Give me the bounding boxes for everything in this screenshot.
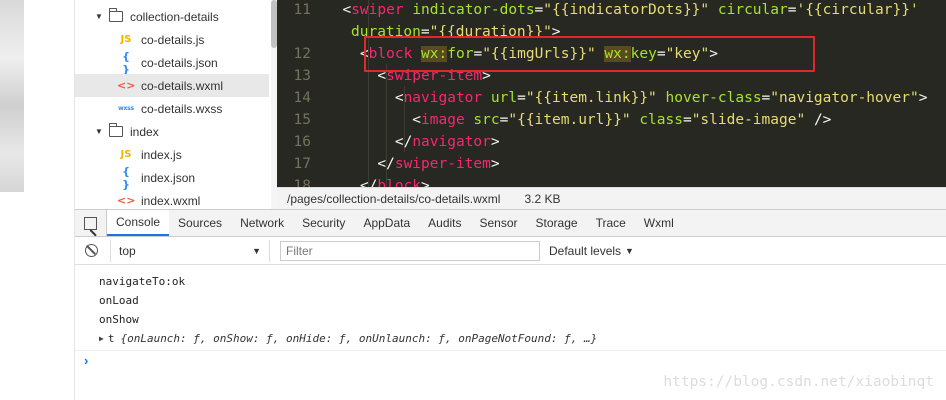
console-message: onLoad — [99, 294, 139, 307]
tree-item-label: index.json — [141, 170, 196, 185]
devtools-panel: Console Sources Network Security AppData… — [75, 209, 946, 400]
clear-console-icon[interactable] — [85, 244, 98, 257]
console-toolbar: top ▼ Default levels ▼ — [75, 237, 946, 265]
code-editor[interactable]: 11 <swiper indicator-dots="{{indicatorDo… — [277, 0, 946, 187]
console-message: onShow — [99, 313, 139, 326]
tree-file-co-details-js[interactable]: JS co-details.js — [75, 28, 269, 51]
code-line-14: 14 <navigator url="{{item.link}}" hover-… — [293, 90, 928, 106]
tree-item-label: co-details.json — [141, 55, 218, 70]
simulator-preview — [0, 0, 75, 400]
console-message: navigateTo:ok — [99, 275, 186, 288]
code-line-11: 11 <swiper indicator-dots="{{indicatorDo… — [293, 2, 919, 18]
code-text: </swiper-item> — [325, 156, 500, 172]
context-select[interactable]: top ▼ — [110, 239, 270, 262]
chevron-down-icon[interactable]: ▼ — [95, 12, 103, 21]
filter-field[interactable] — [280, 240, 540, 261]
tree-file-index-js[interactable]: JS index.js — [75, 143, 269, 166]
wxss-file-icon: wxss — [118, 105, 134, 112]
object-name: t — [107, 332, 115, 345]
preview-image — [0, 0, 24, 192]
tab-wxml[interactable]: Wxml — [635, 210, 683, 236]
console-prompt[interactable]: › — [75, 350, 946, 370]
tree-item-label: index — [130, 124, 159, 139]
tree-file-co-details-wxml[interactable]: <> co-details.wxml — [75, 74, 269, 97]
json-file-icon: { } — [122, 49, 130, 76]
js-file-icon: JS — [120, 34, 132, 45]
tab-trace[interactable]: Trace — [587, 210, 635, 236]
tree-file-index-json[interactable]: { } index.json — [75, 164, 269, 191]
tab-audits[interactable]: Audits — [419, 210, 470, 236]
filter-input[interactable] — [286, 243, 539, 258]
inspect-icon — [84, 216, 97, 230]
tab-sensor[interactable]: Sensor — [471, 210, 527, 236]
code-text: <navigator url="{{item.link}}" hover-cla… — [325, 90, 928, 106]
wxml-file-icon: <> — [117, 194, 136, 207]
tab-storage[interactable]: Storage — [527, 210, 587, 236]
code-line-16: 16 </navigator> — [293, 134, 500, 150]
tree-file-co-details-wxss[interactable]: wxss co-details.wxss — [75, 97, 269, 120]
tree-item-label: co-details.js — [141, 32, 205, 47]
tree-item-label: co-details.wxss — [141, 101, 223, 116]
prompt-chevron-icon: › — [84, 353, 89, 368]
folder-icon — [109, 8, 123, 22]
tab-console[interactable]: Console — [107, 210, 170, 236]
file-path: /pages/collection-details/co-details.wxm… — [287, 191, 501, 206]
wxml-file-icon: <> — [117, 79, 136, 92]
tree-item-label: collection-details — [130, 9, 219, 24]
devtools-tabbar: Console Sources Network Security AppData… — [75, 209, 946, 237]
tree-item-label: co-details.wxml — [141, 78, 224, 93]
console-object-message[interactable]: ▶ t {onLaunch: ƒ, onShow: ƒ, onHide: ƒ, … — [75, 329, 946, 348]
tree-folder-collection-details[interactable]: ▼ collection-details — [75, 5, 269, 28]
json-file-icon: { } — [122, 164, 130, 191]
file-size: 3.2 KB — [524, 191, 561, 206]
code-text: <image src="{{item.url}}" class="slide-i… — [325, 112, 832, 128]
object-preview: {onLaunch: ƒ, onShow: ƒ, onHide: ƒ, onUn… — [120, 332, 598, 345]
inspect-element-button[interactable] — [75, 210, 107, 236]
code-line-17: 17 </swiper-item> — [293, 156, 500, 172]
tree-file-index-wxml[interactable]: <> index.wxml — [75, 189, 269, 209]
code-line-18: 18 </block> — [277, 175, 430, 187]
tree-item-label: index.wxml — [141, 193, 201, 208]
watermark: https://blog.csdn.net/xiaobinqt — [663, 374, 934, 390]
tree-folder-index[interactable]: ▼ index — [75, 120, 269, 143]
dropdown-arrow-icon: ▼ — [625, 245, 634, 256]
file-tree: ▼ collection-details JS co-details.js { … — [75, 0, 277, 209]
tab-appdata[interactable]: AppData — [354, 210, 419, 236]
tab-security[interactable]: Security — [293, 210, 354, 236]
expand-caret-icon[interactable]: ▶ — [99, 334, 104, 343]
code-text: </navigator> — [325, 134, 500, 150]
red-highlight-box — [364, 36, 815, 72]
dropdown-arrow-icon: ▼ — [252, 245, 261, 256]
tab-sources[interactable]: Sources — [169, 210, 231, 236]
chevron-down-icon[interactable]: ▼ — [95, 127, 103, 136]
folder-icon — [109, 123, 123, 137]
editor-statusbar: /pages/collection-details/co-details.wxm… — [277, 187, 946, 209]
code-text: <swiper indicator-dots="{{indicatorDots}… — [325, 2, 919, 18]
tab-network[interactable]: Network — [231, 210, 293, 236]
console-output: navigateTo:ok onLoad onShow ▶ t {onLaunc… — [75, 272, 946, 370]
code-line-15: 15 <image src="{{item.url}}" class="slid… — [293, 112, 832, 128]
log-levels-dropdown[interactable]: Default levels ▼ — [549, 244, 634, 258]
log-levels-label: Default levels — [549, 243, 622, 258]
code-text: </block> — [325, 178, 430, 187]
context-value: top — [119, 243, 136, 258]
tree-file-co-details-json[interactable]: { } co-details.json — [75, 49, 269, 76]
js-file-icon: JS — [120, 149, 132, 160]
tree-item-label: index.js — [141, 147, 182, 162]
